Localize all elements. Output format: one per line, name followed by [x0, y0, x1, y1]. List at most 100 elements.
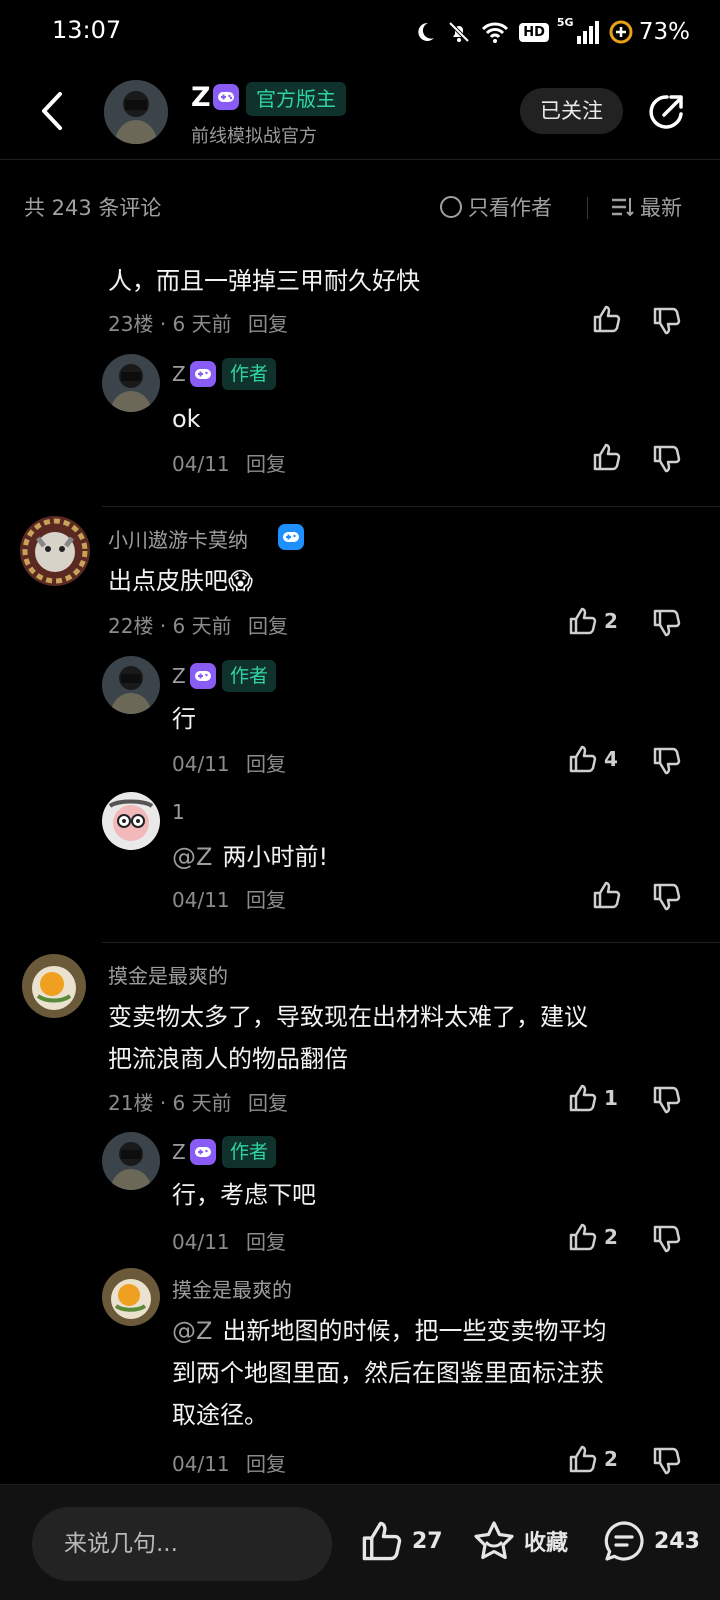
- reply-button[interactable]: 回复: [248, 614, 288, 638]
- reply-button[interactable]: 回复: [246, 752, 286, 776]
- comments-bar: 共 243 条评论 只看作者 最新: [0, 176, 720, 238]
- like-button[interactable]: 2: [568, 1222, 618, 1252]
- like-button[interactable]: [592, 304, 622, 334]
- thumbs-up-icon: [593, 305, 621, 333]
- battery-percent: 73%: [638, 19, 690, 45]
- collect-label: 收藏: [524, 1531, 569, 1556]
- bell-off-icon: [448, 21, 470, 43]
- hd-icon: HD: [519, 22, 549, 42]
- reply-button[interactable]: 回复: [246, 888, 286, 912]
- dislike-button[interactable]: [652, 306, 682, 340]
- reply-avatar[interactable]: [102, 792, 160, 850]
- author-tag: 作者: [222, 358, 277, 390]
- star-icon: [474, 1521, 514, 1560]
- back-button[interactable]: [30, 86, 74, 136]
- thumbs-up-icon: [569, 1223, 597, 1251]
- comment-list: 人，而且一弹掉三甲耐久好快 23楼 · 6 天前 回复 Z 作者 ok 04/1…: [0, 238, 720, 1484]
- gamepad-badge-icon: [190, 361, 216, 387]
- commenter-avatar[interactable]: [22, 954, 86, 1018]
- chevron-left-icon: [42, 92, 62, 130]
- dislike-button[interactable]: [652, 1085, 682, 1119]
- reply-button[interactable]: 回复: [248, 1091, 288, 1115]
- thumbs-up-icon: [569, 745, 597, 773]
- sort-button[interactable]: 最新: [610, 192, 682, 222]
- reply-avatar[interactable]: [102, 1132, 160, 1190]
- comments-button[interactable]: 243: [602, 1519, 700, 1563]
- like-button[interactable]: [592, 442, 622, 472]
- network-type: 5G: [556, 16, 574, 29]
- mention[interactable]: @Z: [172, 843, 212, 871]
- reply-text-row: @Z 出新地图的时候，把一些变卖物平均: [172, 1310, 606, 1352]
- reply-username[interactable]: 摸金是最爽的: [172, 1274, 292, 1303]
- dislike-button[interactable]: [652, 882, 682, 916]
- author-tag: 作者: [222, 1136, 277, 1168]
- status-icons: HD 5G 73%: [413, 14, 690, 50]
- reply-username[interactable]: 1: [172, 800, 185, 824]
- author-name[interactable]: Z: [191, 82, 211, 113]
- mention[interactable]: @Z: [172, 1317, 212, 1345]
- reply-button[interactable]: 回复: [246, 1452, 286, 1476]
- reply-date: 04/11: [172, 752, 230, 776]
- reply-avatar[interactable]: [102, 354, 160, 412]
- commenter-username[interactable]: 摸金是最爽的: [108, 960, 228, 989]
- share-button[interactable]: [645, 90, 689, 134]
- bottom-bar: 来说几句... 27 收藏 243: [0, 1484, 720, 1600]
- comment-text: 出点皮肤吧😱: [108, 567, 254, 595]
- comment-time: · 6 天前: [159, 614, 232, 638]
- author-avatar[interactable]: [104, 80, 168, 144]
- author-only-toggle[interactable]: 只看作者: [440, 192, 552, 222]
- thumbs-down-icon: [653, 747, 681, 775]
- thumbs-up-icon: [569, 607, 597, 635]
- header: Z 官方版主 前线模拟战官方 已关注: [0, 64, 720, 160]
- dislike-button[interactable]: [652, 1446, 682, 1480]
- post-like-button[interactable]: 27: [360, 1519, 443, 1563]
- like-count: 1: [604, 1086, 618, 1110]
- reply-username[interactable]: Z: [172, 1140, 186, 1164]
- reply-button[interactable]: 回复: [248, 312, 288, 336]
- like-button[interactable]: 4: [568, 744, 618, 774]
- battery-saver-icon: [609, 20, 633, 44]
- reply-avatar[interactable]: [102, 656, 160, 714]
- reply-date: 04/11: [172, 888, 230, 912]
- comment-text: 人，而且一弹掉三甲耐久好快: [108, 267, 420, 295]
- thumbs-down-icon: [653, 609, 681, 637]
- commenter-avatar[interactable]: [20, 516, 90, 586]
- reply-text: ok: [172, 405, 201, 433]
- follow-button[interactable]: 已关注: [520, 88, 623, 134]
- like-button[interactable]: 2: [568, 606, 618, 636]
- thumbs-down-icon: [653, 1447, 681, 1475]
- gamepad-badge-icon: [190, 663, 216, 689]
- collect-button[interactable]: 收藏: [472, 1519, 568, 1563]
- comment-divider: [102, 506, 720, 507]
- sort-label: 最新: [640, 196, 682, 220]
- reply-avatar[interactable]: [102, 1268, 160, 1326]
- status-time: 13:07: [52, 16, 122, 44]
- comment-meta: 23楼 · 6 天前 回复: [108, 308, 288, 337]
- author-subtitle: 前线模拟战官方: [191, 126, 317, 147]
- reply-username[interactable]: Z: [172, 664, 186, 688]
- reply-text: 两小时前!: [222, 843, 329, 871]
- thumbs-up-icon: [593, 443, 621, 471]
- like-count: 2: [604, 609, 618, 633]
- like-button[interactable]: [592, 880, 622, 910]
- dislike-button[interactable]: [652, 608, 682, 642]
- radio-icon: [440, 196, 462, 218]
- reply-date: 04/11: [172, 1230, 230, 1254]
- like-count: 4: [604, 747, 618, 771]
- official-moderator-tag: 官方版主: [246, 82, 346, 116]
- floor-number: 21楼: [108, 1091, 154, 1115]
- author-tag: 作者: [222, 660, 277, 692]
- reply-text: 行，考虑下吧: [172, 1181, 316, 1209]
- reply-username[interactable]: Z: [172, 362, 186, 386]
- dislike-button[interactable]: [652, 1224, 682, 1258]
- thumbs-up-icon: [569, 1084, 597, 1112]
- reply-button[interactable]: 回复: [246, 452, 286, 476]
- like-button[interactable]: 2: [568, 1444, 618, 1474]
- reply-button[interactable]: 回复: [246, 1230, 286, 1254]
- thumbs-down-icon: [653, 445, 681, 473]
- dislike-button[interactable]: [652, 746, 682, 780]
- comment-input[interactable]: 来说几句...: [32, 1507, 332, 1581]
- dislike-button[interactable]: [652, 444, 682, 478]
- commenter-username[interactable]: 小川遨游卡莫纳: [108, 524, 248, 553]
- like-button[interactable]: 1: [568, 1083, 618, 1113]
